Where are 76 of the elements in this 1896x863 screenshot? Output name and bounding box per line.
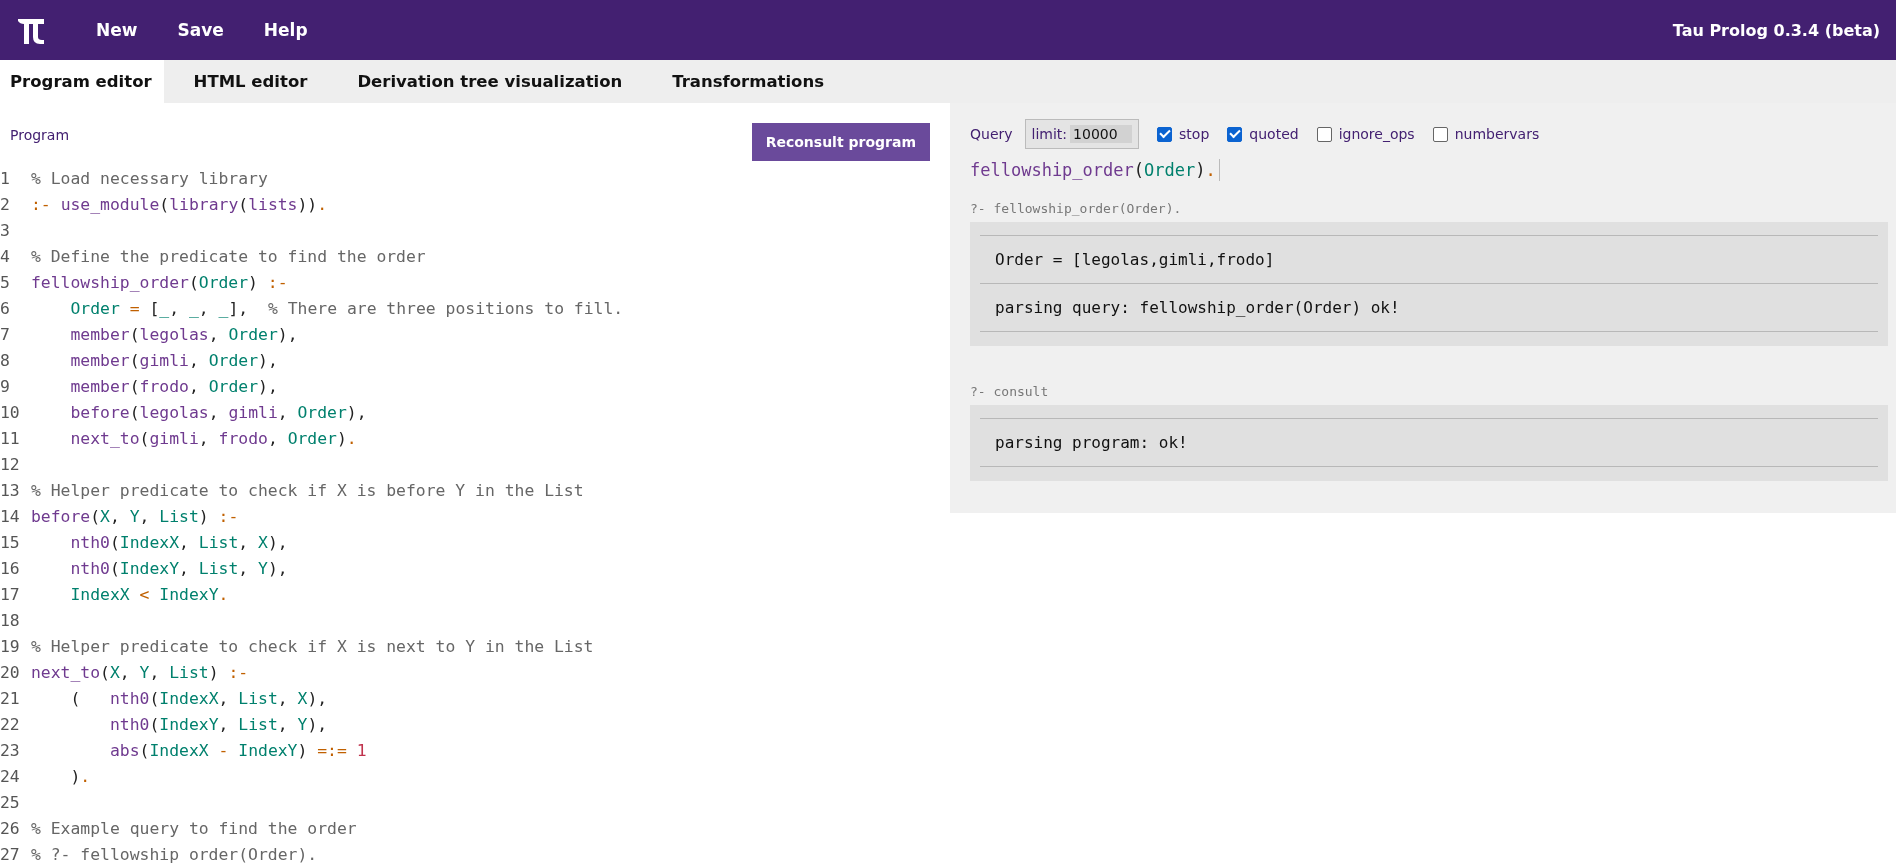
code-line: % ?- fellowship_order(Order). — [31, 844, 318, 863]
result-title: ?- fellowship_order(Order). — [970, 201, 1183, 216]
line-number: 23 — [0, 740, 21, 762]
line-number: 27 — [0, 844, 21, 863]
tab[interactable]: Program editor — [0, 60, 164, 103]
result-line: parsing program: ok! — [980, 418, 1878, 467]
line-number: 16 — [0, 558, 21, 580]
line-number: 15 — [0, 532, 21, 554]
program-label: Program — [10, 127, 70, 143]
line-number: 13 — [0, 480, 21, 502]
query-input[interactable]: fellowship_order(Order). — [970, 159, 1220, 181]
code-line: member(frodo, Order), — [69, 376, 278, 398]
code-line: member(legolas, Order), — [69, 324, 298, 346]
tab[interactable]: Derivation tree visualization — [347, 60, 643, 103]
reconsult-button[interactable]: Reconsult program — [751, 123, 930, 161]
line-number: 22 — [0, 714, 21, 736]
checkbox[interactable] — [1227, 126, 1243, 142]
menu-item[interactable]: Help — [243, 20, 328, 40]
option-label: quoted — [1249, 126, 1299, 142]
code-line: :- use_module(library(lists)). — [31, 194, 328, 216]
tab[interactable]: HTML editor — [183, 60, 328, 103]
code-line: ( nth0(IndexX, List, X), — [69, 688, 328, 710]
code-line: nth0(IndexX, List, X), — [69, 532, 288, 554]
line-number: 2 — [0, 194, 11, 216]
line-number: 6 — [0, 298, 11, 320]
checkbox[interactable] — [1432, 126, 1448, 142]
code-line: % Load necessary library — [31, 168, 268, 190]
line-number: 18 — [0, 610, 21, 632]
line-number: 24 — [0, 766, 21, 788]
code-line: % Example query to find the order — [31, 818, 357, 840]
tab[interactable]: Transformations — [662, 60, 844, 103]
code-line: next_to(X, Y, List) :- — [31, 662, 249, 684]
code-line: % Helper predicate to check if X is next to Y in the List — [31, 636, 594, 658]
line-number: 11 — [0, 428, 21, 450]
result-line: Order = [legolas,gimli,frodo] — [980, 235, 1878, 284]
code-line: before(X, Y, List) :- — [31, 506, 239, 528]
line-number: 8 — [0, 350, 11, 372]
code-line: next_to(gimli, frodo, Order). — [69, 428, 357, 450]
line-number: 17 — [0, 584, 21, 606]
line-number: 1 — [0, 168, 11, 190]
code-line: nth0(IndexY, List, Y), — [108, 714, 328, 736]
code-line: before(legolas, gimli, Order), — [69, 402, 367, 424]
code-line: fellowship_order(Order) :- — [31, 272, 288, 294]
code-line: abs(IndexX - IndexY) =:= 1 — [108, 740, 367, 762]
line-number: 26 — [0, 818, 21, 840]
line-number: 21 — [0, 688, 21, 710]
checkbox[interactable] — [1157, 126, 1173, 142]
line-number: 3 — [0, 220, 11, 242]
line-number: 20 — [0, 662, 21, 684]
line-number: 9 — [0, 376, 11, 398]
menu-item[interactable]: Save — [157, 20, 244, 40]
line-number: 19 — [0, 636, 21, 658]
line-number: 4 — [0, 246, 11, 268]
code-line: member(gimli, Order), — [69, 350, 278, 372]
option-label: stop — [1179, 126, 1210, 142]
checkbox[interactable] — [1316, 126, 1332, 142]
option-label: ignore_ops — [1338, 126, 1415, 142]
line-number: 12 — [0, 454, 21, 476]
code-line: % Define the predicate to find the order — [31, 246, 426, 268]
code-line: Order = [_, _, _], % There are three positions to fill. — [69, 298, 624, 320]
line-number: 10 — [0, 402, 21, 424]
code-line: nth0(IndexY, List, Y), — [69, 558, 288, 580]
option-label: numbervars — [1454, 126, 1540, 142]
line-number: 7 — [0, 324, 11, 346]
version-label: Tau Prolog 0.3.4 (beta) — [1672, 20, 1880, 40]
line-number: 14 — [0, 506, 21, 528]
code-line: IndexX < IndexY. — [69, 584, 229, 606]
query-label: Query — [970, 126, 1013, 142]
code-line: ). — [69, 766, 91, 788]
line-number: 25 — [0, 792, 21, 814]
code-line: % Helper predicate to check if X is before Y in the List — [31, 480, 584, 502]
result-title: ?- consult — [970, 384, 1050, 399]
menu-item[interactable]: New — [76, 20, 158, 40]
line-number: 5 — [0, 272, 11, 294]
result-line: parsing query: fellowship_order(Order) ok! — [980, 283, 1878, 332]
limit-field[interactable]: limit: 10000 — [1024, 119, 1140, 149]
